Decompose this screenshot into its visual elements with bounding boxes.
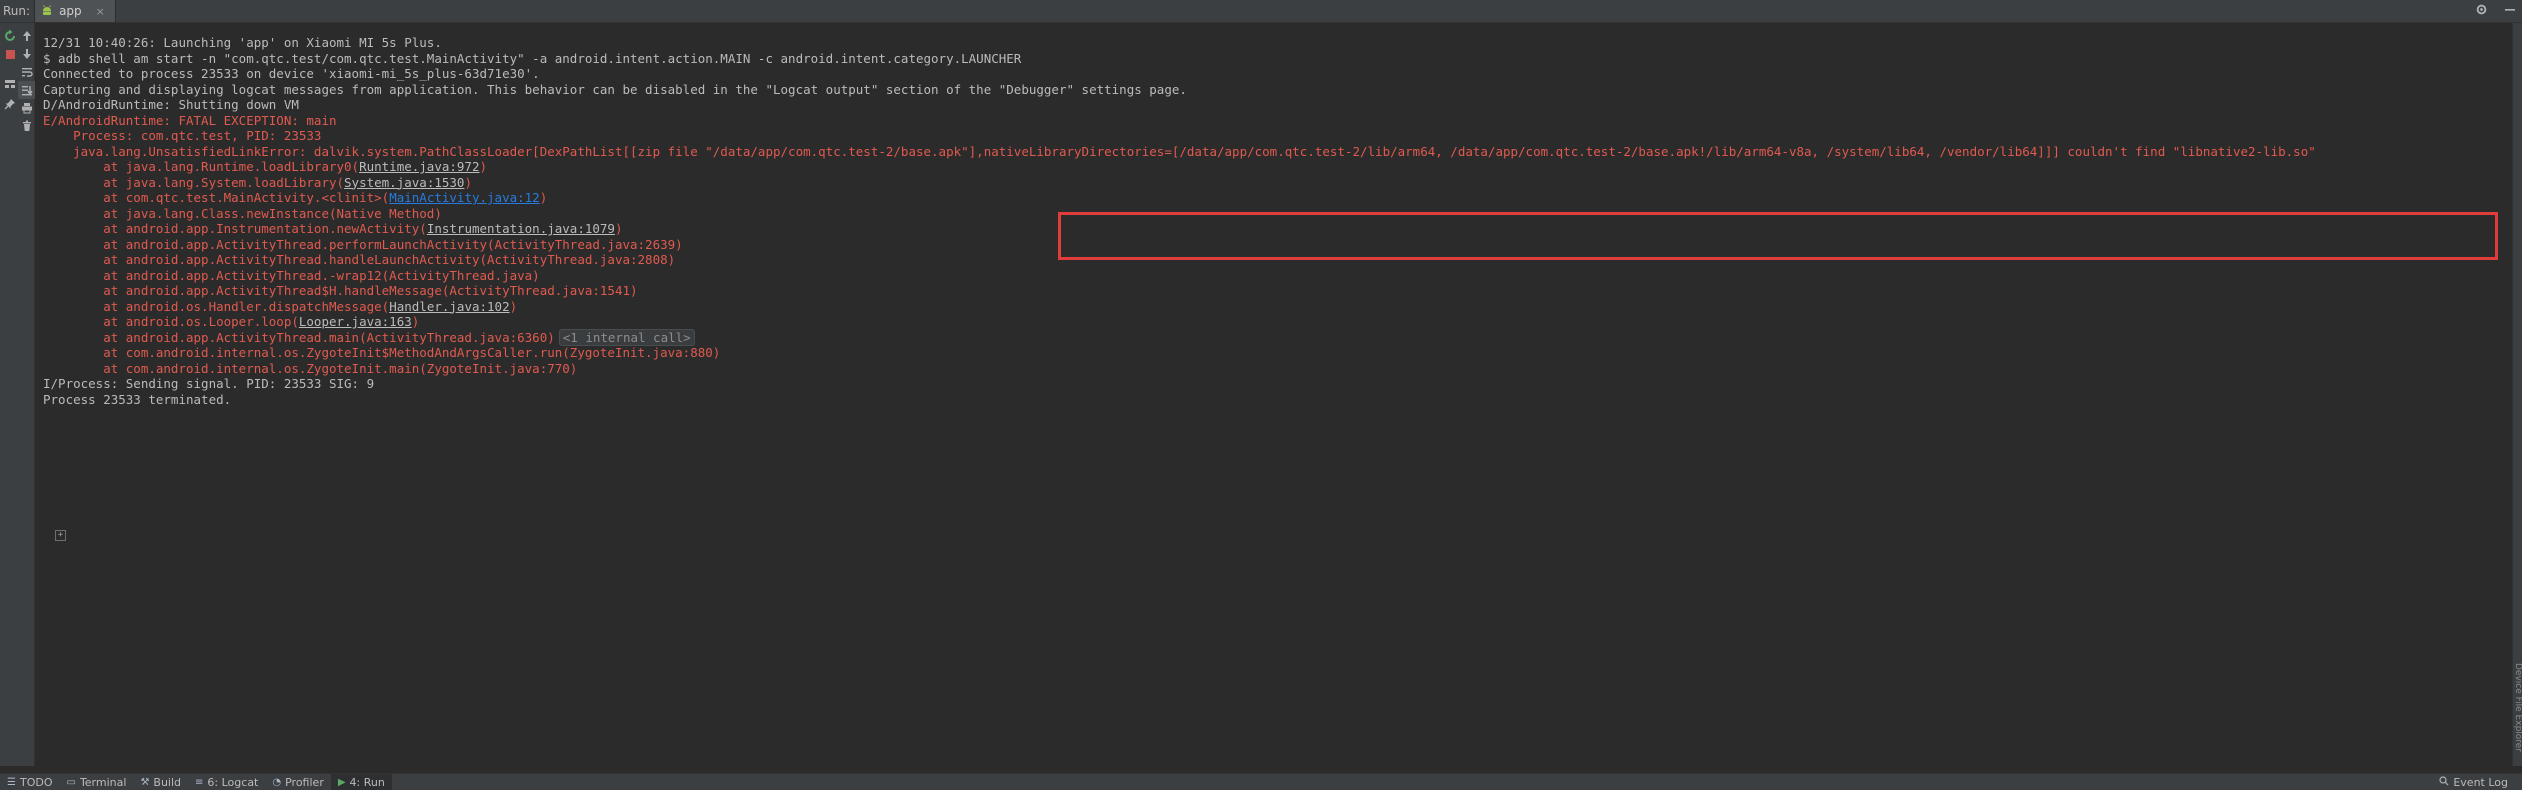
print-icon[interactable] xyxy=(18,99,36,117)
expand-fold-icon[interactable]: + xyxy=(55,530,66,541)
stacktrace-line: at android.app.Instrumentation.newActivi… xyxy=(43,221,623,236)
stacktrace-line: at android.app.ActivityThread.-wrap12(Ac… xyxy=(43,267,540,283)
terminal-icon: ▭ xyxy=(66,776,76,788)
run-tool-window-header: Run: app × xyxy=(0,0,2522,23)
stacktrace-line: at com.android.internal.os.ZygoteInit$Me… xyxy=(43,345,721,360)
stacktrace-line: at com.qtc.test.MainActivity.<clinit>(Ma… xyxy=(43,190,548,205)
todo-icon: ☰ xyxy=(7,776,16,788)
build-icon: ⚒ xyxy=(140,776,150,788)
pin-icon[interactable] xyxy=(1,95,19,113)
rerun-icon[interactable] xyxy=(1,27,19,45)
console-line: I/Process: Sending signal. PID: 23533 SI… xyxy=(43,376,375,391)
console-line: Connected to process 23533 on device 'xi… xyxy=(43,66,540,81)
soft-wrap-icon[interactable] xyxy=(18,63,36,81)
console-line: Capturing and displaying logcat messages… xyxy=(43,81,1187,97)
run-icon: ▶ xyxy=(337,776,346,788)
stacktrace-line: at android.app.ActivityThread.handleLaun… xyxy=(43,252,676,267)
stacktrace-line: at android.app.ActivityThread$H.handleMe… xyxy=(43,283,638,298)
stacktrace-line: at android.app.ActivityThread.performLau… xyxy=(43,236,683,252)
tab-profiler[interactable]: ◔ Profiler xyxy=(265,774,330,790)
device-file-explorer-tab[interactable]: Device File Explorer xyxy=(2513,663,2522,752)
tab-todo[interactable]: ☰ TODO xyxy=(0,774,59,790)
tab-build[interactable]: ⚒ Build xyxy=(133,774,188,790)
stacktrace-line: at android.os.Looper.loop(Looper.java:16… xyxy=(43,314,420,329)
folded-frames-chip[interactable]: <1 internal call> xyxy=(558,328,695,346)
profiler-icon: ◔ xyxy=(272,776,282,788)
close-icon[interactable]: × xyxy=(96,5,105,18)
console-line: D/AndroidRuntime: Shutting down VM xyxy=(43,97,299,112)
run-label: Run: xyxy=(3,4,31,18)
stacktrace-line: at android.app.ActivityThread.main(Activ… xyxy=(43,328,695,346)
minimize-icon[interactable] xyxy=(2504,3,2516,19)
android-icon xyxy=(41,4,53,19)
event-log-icon xyxy=(2439,775,2449,789)
stacktrace-line: at android.os.Handler.dispatchMessage(Ha… xyxy=(43,298,518,314)
source-link[interactable]: Looper.java:163 xyxy=(299,314,412,329)
gear-icon[interactable] xyxy=(2475,3,2488,20)
trash-icon[interactable] xyxy=(18,117,36,135)
source-link[interactable]: Handler.java:102 xyxy=(389,299,509,314)
run-config-tab[interactable]: app × xyxy=(34,0,116,22)
stop-icon[interactable] xyxy=(1,45,19,63)
console-line: E/AndroidRuntime: FATAL EXCEPTION: main xyxy=(43,112,337,128)
tab-logcat[interactable]: ≡ 6: Logcat xyxy=(188,774,265,790)
event-log-button[interactable]: Event Log xyxy=(2439,774,2508,790)
console-output[interactable]: 12/31 10:40:26: Launching 'app' on Xiaom… xyxy=(35,23,2513,766)
source-link[interactable]: Runtime.java:972 xyxy=(359,159,479,174)
console-line: $ adb shell am start -n "com.qtc.test/co… xyxy=(43,50,1022,66)
run-tab-label: app xyxy=(59,4,82,18)
scroll-up-icon[interactable] xyxy=(18,27,36,45)
tab-run[interactable]: ▶ 4: Run xyxy=(330,774,392,790)
source-link[interactable]: System.java:1530 xyxy=(344,175,464,190)
console-line: Process 23533 terminated. xyxy=(43,391,232,407)
source-link[interactable]: Instrumentation.java:1079 xyxy=(427,221,615,236)
highlight-annotation-box xyxy=(1058,212,2498,260)
logcat-icon: ≡ xyxy=(195,776,204,788)
console-line: 12/31 10:40:26: Launching 'app' on Xiaom… xyxy=(43,35,442,50)
scroll-down-icon[interactable] xyxy=(18,45,36,63)
stacktrace-line: at java.lang.Runtime.loadLibrary0(Runtim… xyxy=(43,159,488,174)
stacktrace-line: at com.android.internal.os.ZygoteInit.ma… xyxy=(43,360,578,376)
run-toolbar xyxy=(0,23,36,766)
source-link[interactable]: MainActivity.java:12 xyxy=(389,190,540,205)
restore-layout-icon[interactable] xyxy=(1,75,19,93)
error-message-line: java.lang.UnsatisfiedLinkError: dalvik.s… xyxy=(43,143,2316,159)
stacktrace-line: at java.lang.Class.newInstance(Native Me… xyxy=(43,205,442,221)
stacktrace-line: at java.lang.System.loadLibrary(System.j… xyxy=(43,174,472,190)
console-line: Process: com.qtc.test, PID: 23533 xyxy=(43,128,322,143)
tab-terminal[interactable]: ▭ Terminal xyxy=(59,774,133,790)
tool-window-bar: ☰ TODO ▭ Terminal ⚒ Build ≡ 6: Logcat ◔ … xyxy=(0,773,2522,790)
scroll-to-end-icon[interactable] xyxy=(18,81,36,99)
right-tool-strip: Device File Explorer xyxy=(2512,23,2522,766)
